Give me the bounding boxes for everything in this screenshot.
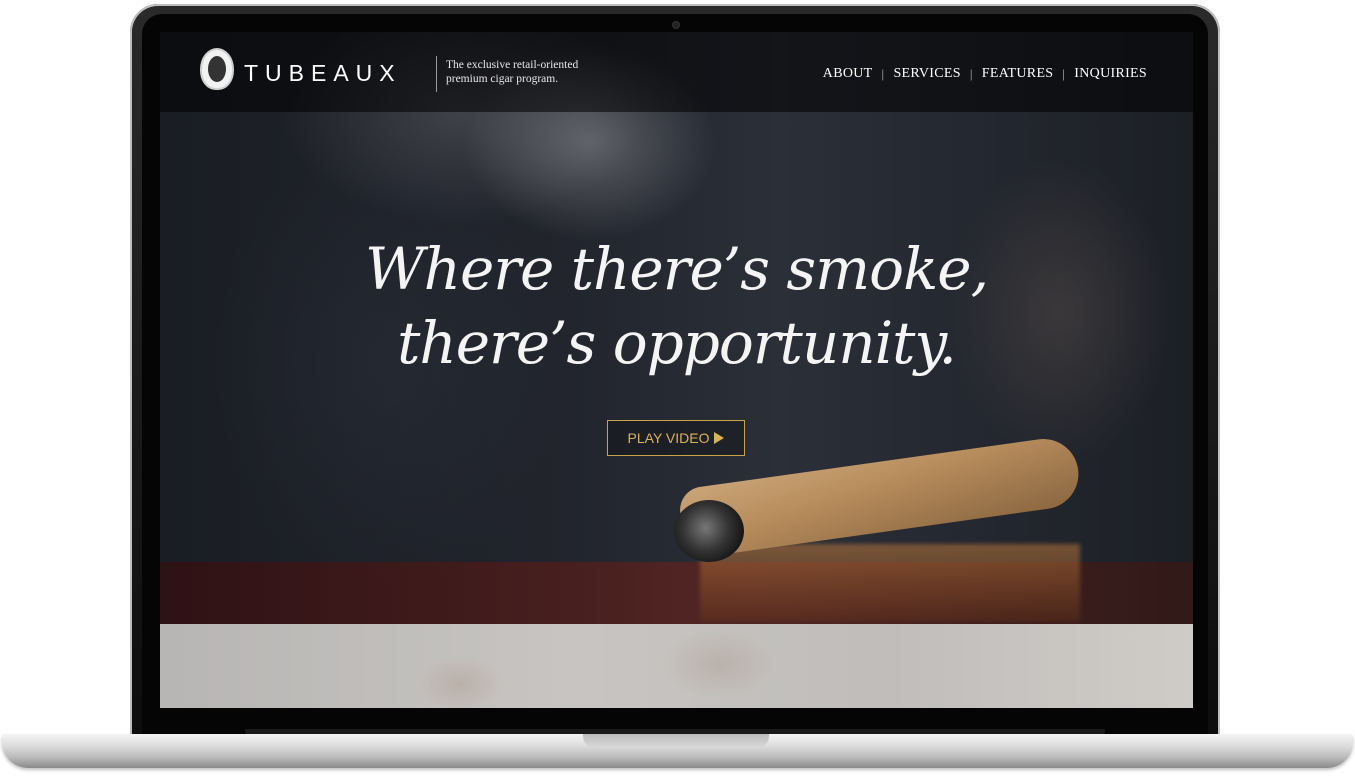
play-triangle-icon — [714, 432, 725, 444]
nav-features[interactable]: FEATURES — [982, 66, 1054, 82]
nav-separator: | — [881, 66, 885, 81]
next-section-overlay — [160, 624, 1193, 708]
nav-inquiries[interactable]: INQUIRIES — [1074, 66, 1147, 82]
hero-headline: Where there’s smoke, there’s opportunity… — [160, 232, 1193, 380]
play-video-button[interactable]: PLAY VIDEO — [607, 420, 745, 456]
website-screen: TUBEAUX The exclusive retail-oriented pr… — [160, 32, 1193, 708]
headline-line-1: Where there’s smoke, — [364, 235, 989, 303]
tagline-line-1: The exclusive retail-oriented — [446, 59, 579, 71]
nav-separator: | — [1062, 66, 1066, 81]
nav-separator: | — [969, 66, 973, 81]
camera-icon — [673, 22, 679, 28]
tagline: The exclusive retail-oriented premium ci… — [446, 58, 646, 86]
logo-portrait-icon[interactable] — [200, 48, 234, 90]
cigar-ash-tip — [674, 500, 744, 562]
cigar-reflection — [700, 544, 1080, 622]
laptop-notch — [583, 734, 769, 748]
tagline-line-2: premium cigar program. — [446, 73, 559, 85]
logo-divider — [436, 56, 437, 92]
brand-name[interactable]: TUBEAUX — [244, 60, 402, 87]
nav-services[interactable]: SERVICES — [893, 66, 960, 82]
main-nav: ABOUT | SERVICES | FEATURES | INQUIRIES — [823, 66, 1147, 82]
logo-face — [208, 56, 226, 82]
headline-line-2: there’s opportunity. — [397, 309, 957, 377]
play-video-label: PLAY VIDEO — [627, 430, 710, 446]
nav-about[interactable]: ABOUT — [823, 66, 873, 82]
